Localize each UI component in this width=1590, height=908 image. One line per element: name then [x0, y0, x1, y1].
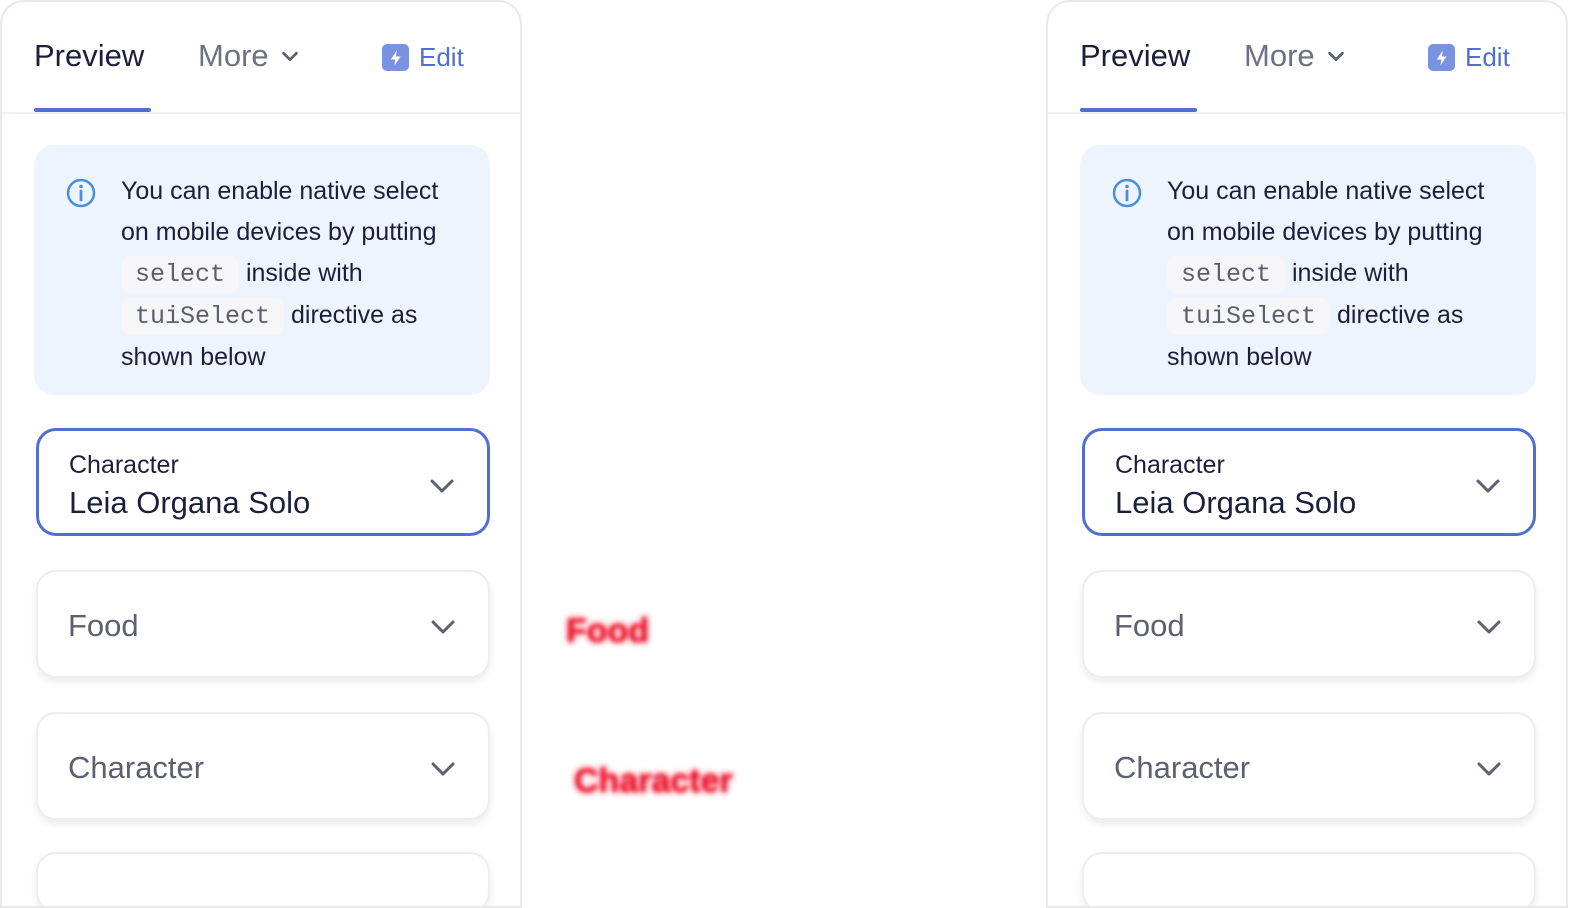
partial-select[interactable] — [36, 852, 490, 906]
tab-bar: Preview More Edit — [1048, 2, 1566, 114]
info-icon — [66, 178, 96, 208]
food-select[interactable]: Food — [1082, 570, 1536, 678]
info-text-part1: You can enable native select on mobile d… — [121, 177, 439, 246]
tab-bar: Preview More Edit — [2, 2, 520, 114]
character-select-empty[interactable]: Character — [36, 712, 490, 820]
edit-icon — [382, 44, 409, 71]
tab-more-label: More — [198, 38, 269, 73]
chevron-down-icon — [430, 479, 454, 493]
code-select: select — [121, 256, 240, 293]
character-select[interactable]: Character Leia Organa Solo — [1082, 428, 1536, 536]
select-value: Leia Organa Solo — [69, 485, 311, 520]
info-notification: You can enable native select on mobile d… — [1080, 145, 1536, 395]
info-text-part2: inside with — [1291, 259, 1409, 287]
chevron-down-icon — [1327, 51, 1344, 62]
chevron-down-icon — [1477, 620, 1501, 634]
code-tuiselect: tuiSelect — [1167, 298, 1331, 335]
character-select-empty[interactable]: Character — [1082, 712, 1536, 820]
food-select[interactable]: Food — [36, 570, 490, 678]
select-placeholder: Food — [1114, 608, 1185, 643]
info-text-part2: inside with — [245, 259, 363, 287]
active-tab-indicator — [1080, 108, 1197, 112]
select-label: Character — [69, 451, 179, 479]
active-tab-indicator — [34, 108, 151, 112]
info-text: You can enable native select on mobile d… — [121, 171, 466, 378]
scribble-character: Character — [574, 762, 733, 800]
edit-button[interactable]: Edit — [1428, 42, 1510, 73]
tab-more-label: More — [1244, 38, 1315, 73]
info-notification: You can enable native select on mobile d… — [34, 145, 490, 395]
chevron-down-icon — [431, 762, 455, 776]
chevron-down-icon — [431, 620, 455, 634]
tab-preview[interactable]: Preview — [1080, 38, 1190, 74]
select-placeholder: Character — [68, 750, 205, 785]
info-text: You can enable native select on mobile d… — [1167, 171, 1512, 378]
edit-label: Edit — [419, 42, 464, 72]
tab-preview[interactable]: Preview — [34, 38, 144, 74]
character-select[interactable]: Character Leia Organa Solo — [36, 428, 490, 536]
chevron-down-icon — [1477, 762, 1501, 776]
select-label: Character — [1115, 451, 1225, 479]
edit-button[interactable]: Edit — [382, 42, 464, 73]
code-tuiselect: tuiSelect — [121, 298, 285, 335]
tab-more-dropdown[interactable]: More — [198, 38, 301, 74]
tab-more-dropdown[interactable]: More — [1244, 38, 1347, 74]
chevron-down-icon — [281, 51, 298, 62]
edit-label: Edit — [1465, 42, 1510, 72]
info-text-part1: You can enable native select on mobile d… — [1167, 177, 1485, 246]
partial-select[interactable] — [1082, 852, 1536, 906]
select-value: Leia Organa Solo — [1115, 485, 1357, 520]
edit-icon — [1428, 44, 1455, 71]
select-placeholder: Character — [1114, 750, 1251, 785]
select-placeholder: Food — [68, 608, 139, 643]
info-icon — [1112, 178, 1142, 208]
demo-panel-right: Preview More Edit You can enable native … — [1046, 0, 1568, 908]
code-select: select — [1167, 256, 1286, 293]
chevron-down-icon — [1476, 479, 1500, 493]
demo-panel-left: Preview More Edit You can enable native … — [0, 0, 522, 908]
scribble-food: Food — [566, 612, 650, 650]
